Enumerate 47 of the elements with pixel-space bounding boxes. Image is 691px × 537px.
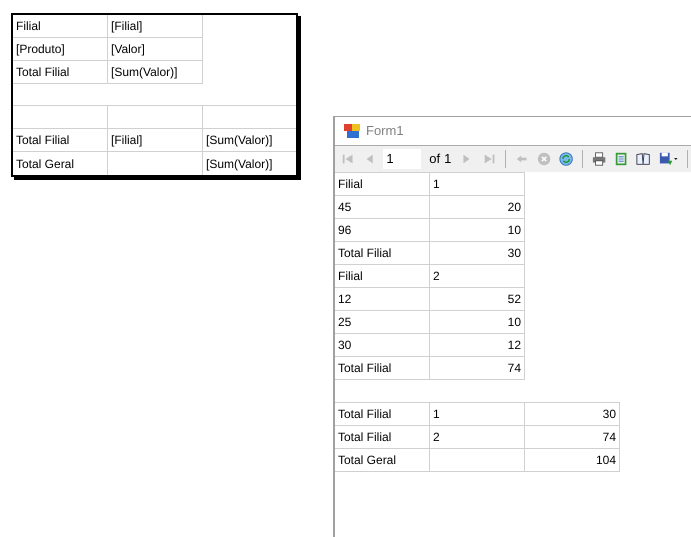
product-code: 96 xyxy=(338,222,352,239)
field-label: Total Filial xyxy=(16,132,70,149)
product-code: 12 xyxy=(338,291,352,308)
row-label: Filial xyxy=(338,176,363,193)
field-expression: [Sum(Valor)] xyxy=(206,132,272,149)
row-label: Total Filial xyxy=(338,406,392,423)
value-cell-text: 52 xyxy=(508,291,521,308)
product-code: 45 xyxy=(338,199,352,216)
value-cell-text: 12 xyxy=(508,337,521,354)
row-label: Filial xyxy=(338,268,363,285)
branch-number: 2 xyxy=(433,429,440,446)
value-cell-text: 20 xyxy=(508,199,521,216)
row-label: Total Filial xyxy=(338,429,392,446)
open-book-icon[interactable] xyxy=(636,151,651,167)
total-value: 104 xyxy=(596,452,616,469)
page-count: 1 xyxy=(444,150,452,168)
row-label: Total Filial xyxy=(338,245,392,262)
form-icon xyxy=(344,124,360,138)
branch-number: 1 xyxy=(433,406,440,423)
field-expression: [Filial] xyxy=(111,18,142,35)
value-cell-text: 10 xyxy=(508,222,521,239)
total-value: 74 xyxy=(602,429,616,446)
print-icon[interactable] xyxy=(592,151,606,167)
page-layout-icon[interactable] xyxy=(614,151,628,167)
save-icon[interactable] xyxy=(658,151,678,167)
of-label: of xyxy=(429,150,440,168)
row-label: Total Filial xyxy=(338,360,392,377)
field-label: Total Filial xyxy=(16,64,70,81)
field-expression: [Sum(Valor)] xyxy=(111,64,178,81)
field-label: [Produto] xyxy=(16,41,65,58)
value-cell-text: 10 xyxy=(508,314,521,331)
field-label: Total Geral xyxy=(16,156,74,172)
product-code: 25 xyxy=(338,314,352,331)
branch-number: 2 xyxy=(433,268,440,285)
total-value: 30 xyxy=(602,406,616,423)
field-expression: [Filial] xyxy=(111,132,142,149)
value-cell-text: 30 xyxy=(508,245,521,262)
refresh-icon[interactable] xyxy=(559,151,574,167)
field-label: Filial xyxy=(16,18,41,35)
value-cell-text: 74 xyxy=(508,360,521,377)
field-expression: [Valor] xyxy=(111,41,145,58)
row-label: Total Geral xyxy=(338,452,396,469)
window-title: Form1 xyxy=(366,122,404,140)
product-code: 30 xyxy=(338,337,352,354)
page-number-field[interactable]: 1 xyxy=(383,149,422,169)
branch-number: 1 xyxy=(433,176,440,193)
field-expression: [Sum(Valor)] xyxy=(206,156,272,172)
